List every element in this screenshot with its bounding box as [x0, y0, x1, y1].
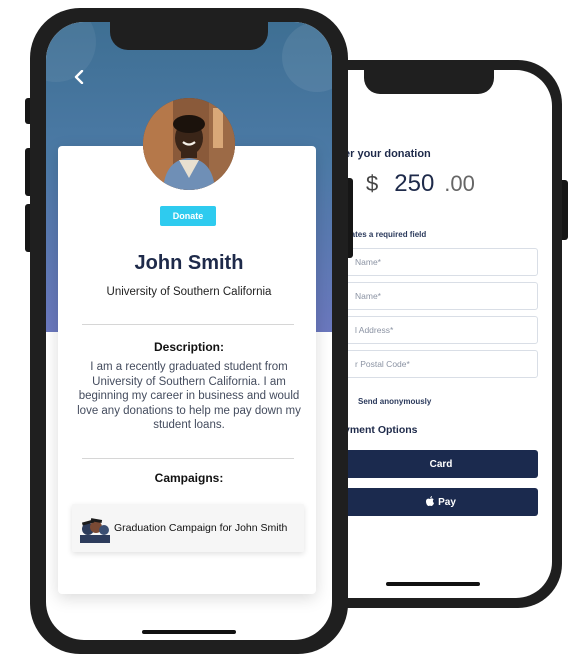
- home-indicator: [386, 582, 480, 586]
- apple-pay-label: Pay: [438, 496, 456, 508]
- field-placeholder: Name*: [355, 257, 381, 267]
- donation-title: er your donation: [344, 148, 431, 160]
- campaigns-title: Campaigns:: [154, 471, 224, 485]
- field-placeholder: Name*: [355, 291, 381, 301]
- home-indicator: [142, 630, 236, 634]
- currency-symbol: $: [366, 171, 379, 196]
- field-placeholder: l Address*: [355, 325, 394, 335]
- apple-pay-button[interactable]: Pay: [344, 488, 538, 516]
- email-field[interactable]: l Address*: [344, 316, 538, 344]
- profile-school: University of Southern California: [106, 286, 272, 298]
- phone-notch: [364, 70, 494, 94]
- campaign-title: Graduation Campaign for John Smith: [114, 522, 288, 534]
- payment-options-title: yment Options: [344, 424, 418, 436]
- profile-screen: Donate John Smith University of Southern…: [46, 22, 332, 640]
- decorative-circle: [282, 22, 332, 92]
- chevron-left-icon[interactable]: [74, 68, 84, 89]
- phone-volume-down: [25, 204, 30, 252]
- profile-description: I am a recently graduated student from U…: [77, 361, 301, 432]
- front-phone: Donate John Smith University of Southern…: [25, 8, 353, 654]
- first-name-field[interactable]: Name*: [344, 248, 538, 276]
- phone-power-button: [348, 178, 353, 258]
- profile-name: John Smith: [134, 252, 244, 274]
- phone-side-button: [562, 180, 568, 240]
- divider: [82, 458, 294, 459]
- postal-code-field[interactable]: r Postal Code*: [344, 350, 538, 378]
- amount-whole: 250: [394, 170, 435, 197]
- anonymous-label: Send anonymously: [358, 397, 432, 406]
- card-pay-label: Card: [429, 458, 453, 470]
- card-pay-button[interactable]: Card: [344, 450, 538, 478]
- amount-cents: .00: [444, 171, 475, 196]
- field-placeholder: r Postal Code*: [355, 359, 410, 369]
- donation-amount[interactable]: $ 250 .00: [366, 170, 475, 198]
- campaign-item[interactable]: Graduation Campaign for John Smith: [72, 504, 304, 552]
- avatar: [143, 98, 235, 190]
- send-anonymously-option[interactable]: Send anonymously: [344, 396, 431, 406]
- apple-icon: [426, 496, 435, 508]
- required-field-note: icates a required field: [344, 230, 427, 239]
- divider: [82, 324, 294, 325]
- phone-volume-up: [25, 148, 30, 196]
- phone-notch: [110, 22, 268, 50]
- campaign-thumbnail: [80, 513, 110, 543]
- decorative-circle: [46, 22, 96, 82]
- phone-silent-switch: [25, 98, 30, 124]
- donate-button[interactable]: Donate: [160, 206, 216, 226]
- last-name-field[interactable]: Name*: [344, 282, 538, 310]
- description-title: Description:: [153, 340, 224, 354]
